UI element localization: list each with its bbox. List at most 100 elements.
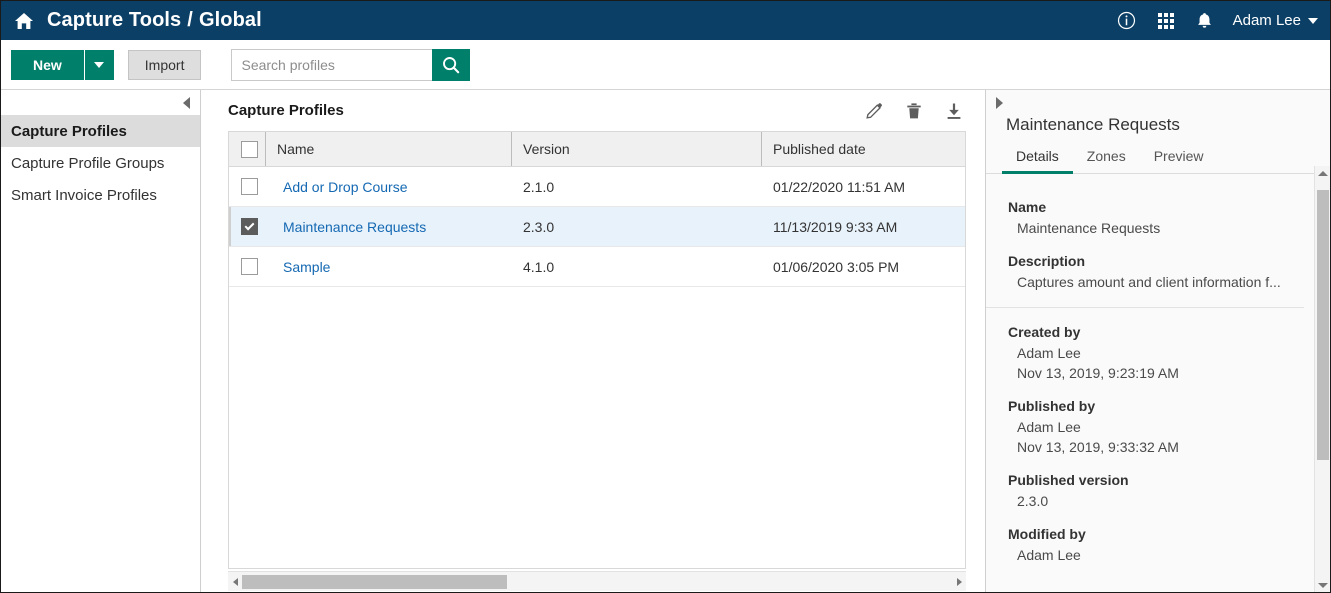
- row-checkbox[interactable]: [241, 178, 258, 195]
- horizontal-scroll-track[interactable]: [242, 575, 952, 589]
- tab-label: Zones: [1087, 148, 1126, 164]
- column-header-name[interactable]: Name: [271, 132, 511, 167]
- row-checkbox-cell: [229, 207, 271, 247]
- sidebar-item-label: Capture Profiles: [11, 123, 127, 140]
- application-window: Capture Tools / Global: [0, 0, 1331, 593]
- field-label: Published version: [1008, 472, 1304, 488]
- table-body: Add or Drop Course 2.1.0 01/22/2020 11:5…: [229, 167, 965, 287]
- new-dropdown-button[interactable]: [84, 50, 114, 80]
- profiles-table: Name Version Published date: [229, 132, 965, 287]
- user-menu[interactable]: Adam Lee: [1233, 12, 1318, 29]
- row-version-cell: 2.3.0: [511, 207, 761, 247]
- sidebar-item-label: Smart Invoice Profiles: [11, 187, 157, 204]
- column-header-published-date[interactable]: Published date: [761, 132, 965, 167]
- field-value: Maintenance Requests: [1008, 218, 1304, 238]
- field-label: Description: [1008, 253, 1304, 269]
- content-toolbar: [863, 100, 965, 122]
- profile-name-link[interactable]: Add or Drop Course: [283, 179, 408, 195]
- field-value-user: Adam Lee: [1008, 545, 1304, 565]
- column-header-version[interactable]: Version: [511, 132, 761, 167]
- field-label: Modified by: [1008, 526, 1304, 542]
- field-label: Published by: [1008, 398, 1304, 414]
- scroll-down-arrow-icon[interactable]: [1315, 578, 1331, 592]
- profiles-grid: Name Version Published date: [228, 131, 966, 569]
- detail-vertical-scrollbar[interactable]: [1314, 166, 1330, 592]
- import-button[interactable]: Import: [128, 50, 202, 80]
- field-value-user: Adam Lee: [1008, 343, 1304, 363]
- horizontal-scrollbar[interactable]: [228, 571, 966, 591]
- breadcrumb-context: Global: [199, 9, 262, 32]
- info-icon[interactable]: [1116, 10, 1138, 32]
- chevron-down-icon: [1308, 18, 1318, 24]
- field-created-by: Created by Adam Lee Nov 13, 2019, 9:23:1…: [1008, 324, 1304, 383]
- field-description: Description Captures amount and client i…: [1008, 253, 1304, 292]
- breadcrumb-separator: /: [187, 9, 193, 32]
- detail-panel-body: Name Maintenance Requests Description Ca…: [986, 183, 1314, 592]
- sidebar-item-capture-profiles[interactable]: Capture Profiles: [1, 115, 200, 147]
- sidebar-collapse-button[interactable]: [1, 90, 200, 115]
- search-icon: [441, 55, 461, 75]
- field-published-version: Published version 2.3.0: [1008, 472, 1304, 511]
- content-header: Capture Profiles: [202, 90, 985, 131]
- edit-pencil-icon[interactable]: [863, 100, 885, 122]
- vertical-scroll-thumb[interactable]: [1317, 190, 1329, 460]
- tab-label: Preview: [1154, 148, 1204, 164]
- bell-icon[interactable]: [1194, 10, 1216, 32]
- detail-panel: Maintenance Requests Details Zones Previ…: [985, 90, 1330, 592]
- detail-panel-title: Maintenance Requests: [986, 115, 1330, 143]
- row-published-cell: 11/13/2019 9:33 AM: [761, 207, 965, 247]
- sidebar-item-capture-profile-groups[interactable]: Capture Profile Groups: [1, 147, 200, 179]
- download-icon[interactable]: [943, 100, 965, 122]
- action-toolbar: New Import: [1, 40, 1330, 90]
- row-checkbox[interactable]: [241, 258, 258, 275]
- select-all-checkbox[interactable]: [241, 141, 258, 158]
- row-version-cell: 2.1.0: [511, 167, 761, 207]
- scroll-right-arrow-icon[interactable]: [952, 578, 966, 586]
- left-sidebar: Capture Profiles Capture Profile Groups …: [1, 90, 201, 592]
- row-checkbox-cell: [229, 247, 271, 287]
- field-label: Created by: [1008, 324, 1304, 340]
- table-row[interactable]: Add or Drop Course 2.1.0 01/22/2020 11:5…: [229, 167, 965, 207]
- scroll-left-arrow-icon[interactable]: [228, 578, 242, 586]
- expand-right-icon: [996, 97, 1003, 109]
- row-name-cell: Add or Drop Course: [271, 167, 511, 207]
- delete-trash-icon[interactable]: [903, 100, 925, 122]
- table-row[interactable]: Maintenance Requests 2.3.0 11/13/2019 9:…: [229, 207, 965, 247]
- horizontal-scroll-thumb[interactable]: [242, 575, 507, 589]
- field-value-user: Adam Lee: [1008, 417, 1304, 437]
- sidebar-item-label: Capture Profile Groups: [11, 155, 164, 172]
- column-header-label: Name: [277, 141, 314, 157]
- home-icon[interactable]: [11, 8, 37, 34]
- new-button[interactable]: New: [11, 50, 84, 80]
- tab-label: Details: [1016, 148, 1059, 164]
- field-name: Name Maintenance Requests: [1008, 199, 1304, 238]
- apps-grid-icon[interactable]: [1155, 10, 1177, 32]
- breadcrumb-app-name: Capture Tools: [47, 9, 181, 32]
- field-label: Name: [1008, 199, 1304, 215]
- detail-tabs: Details Zones Preview: [986, 143, 1330, 174]
- sidebar-item-smart-invoice-profiles[interactable]: Smart Invoice Profiles: [1, 179, 200, 211]
- field-published-by: Published by Adam Lee Nov 13, 2019, 9:33…: [1008, 398, 1304, 457]
- page-title: Capture Profiles: [228, 102, 344, 119]
- row-published-cell: 01/06/2020 3:05 PM: [761, 247, 965, 287]
- profile-name-link[interactable]: Maintenance Requests: [283, 219, 426, 235]
- top-bar-actions: Adam Lee: [1116, 10, 1330, 32]
- table-row[interactable]: Sample 4.1.0 01/06/2020 3:05 PM: [229, 247, 965, 287]
- row-checkbox[interactable]: [241, 218, 258, 235]
- table-header: Name Version Published date: [229, 132, 965, 167]
- search-button[interactable]: [432, 49, 470, 81]
- row-checkbox-cell: [229, 167, 271, 207]
- tab-zones[interactable]: Zones: [1073, 143, 1140, 174]
- search-container: [231, 49, 470, 81]
- detail-panel-expand-button[interactable]: [986, 90, 1330, 115]
- main-content-panel: Capture Profiles: [202, 90, 985, 592]
- field-value-date: Nov 13, 2019, 9:33:32 AM: [1008, 437, 1304, 457]
- breadcrumb: Capture Tools / Global: [47, 9, 262, 32]
- search-input[interactable]: [231, 49, 432, 81]
- scroll-up-arrow-icon[interactable]: [1315, 166, 1330, 180]
- profile-name-link[interactable]: Sample: [283, 259, 330, 275]
- tab-details[interactable]: Details: [1002, 143, 1073, 174]
- field-value: 2.3.0: [1008, 491, 1304, 511]
- divider: [986, 307, 1304, 308]
- tab-preview[interactable]: Preview: [1140, 143, 1218, 174]
